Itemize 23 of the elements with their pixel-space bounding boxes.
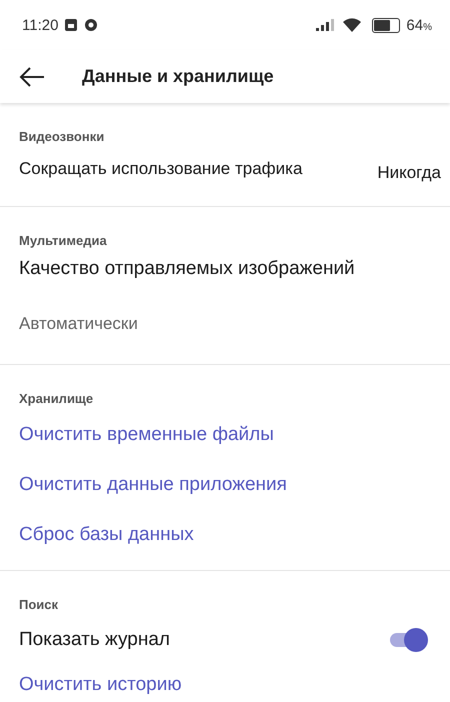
screen-title: Данные и хранилище <box>82 66 274 87</box>
section-title: Мультимедиа <box>19 233 108 248</box>
notification-icon <box>64 18 78 32</box>
setting-label[interactable]: Качество отправляемых изображений <box>19 258 450 280</box>
toggle-switch[interactable] <box>388 628 428 652</box>
wifi-icon <box>342 17 362 33</box>
setting-value[interactable]: Никогда <box>377 163 441 183</box>
status-time: 11:20 <box>22 16 58 34</box>
action-link[interactable]: Очистить историю <box>19 666 450 698</box>
section-title: Видеозвонки <box>19 129 106 144</box>
section-title: Хранилище <box>19 391 94 406</box>
setting-label[interactable]: Сокращать использование трафика <box>19 159 302 179</box>
action-link[interactable]: Очистить данные приложения <box>19 466 450 516</box>
battery-icon <box>372 18 400 32</box>
section-title: Поиск <box>19 597 60 612</box>
action-link[interactable]: Сброс базы данных <box>19 516 450 548</box>
setting-value[interactable]: Автоматически <box>19 280 450 342</box>
signal-icon <box>316 19 336 31</box>
setting-label: Показать журнал <box>19 629 170 651</box>
action-link[interactable]: Очистить временные файлы <box>19 416 450 466</box>
back-icon[interactable] <box>18 66 46 88</box>
battery-percent: 64% <box>406 16 432 34</box>
browser-icon <box>84 18 98 32</box>
